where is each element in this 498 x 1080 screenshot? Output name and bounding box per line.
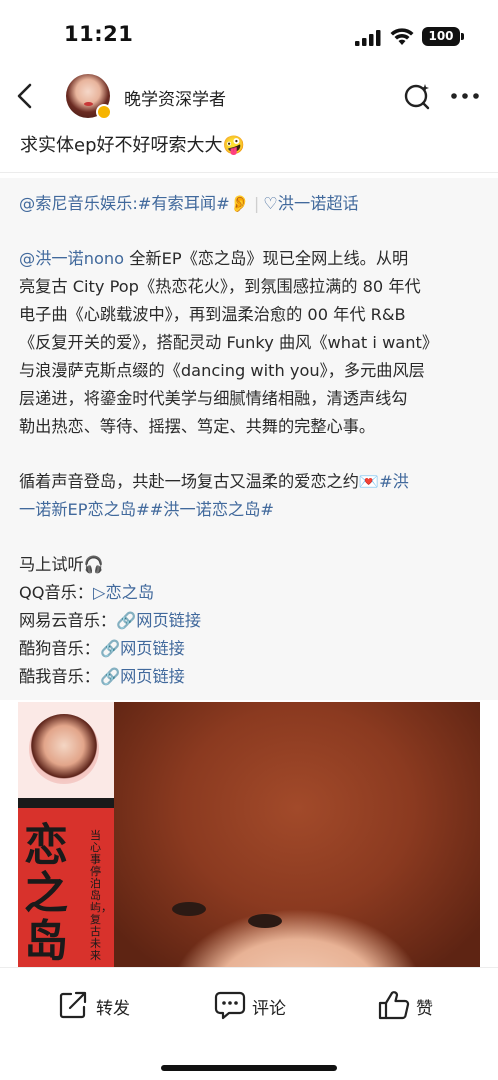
repost-button[interactable]: 转发 [58, 988, 138, 1022]
status-bar: 11:21 100 [0, 0, 498, 70]
back-arrow-icon[interactable] [10, 80, 42, 112]
post-text: 勒出热恋、等待、摇摆、笃定、共舞的完整心事。 [19, 417, 376, 436]
thumbs-up-icon [378, 991, 410, 1020]
battery-icon: 100 [422, 27, 460, 46]
listen-row-kuwo: 酷我音乐：🔗网页链接 [19, 663, 185, 687]
listen-title: 马上试听🎧 [19, 555, 104, 574]
post-text: 电子曲《心跳载波中》，再到温柔治愈的 00 年代 R&B [19, 305, 406, 324]
listen-label: 网易云音乐： [19, 611, 117, 630]
more-options-icon[interactable] [448, 82, 482, 110]
cover-photo [114, 702, 480, 967]
repost-label: 转发 [96, 999, 130, 1019]
username[interactable]: 晚学资深学者 [124, 85, 226, 110]
listen-row-qq: QQ音乐：▷恋之岛 [19, 579, 154, 603]
listen-row-netease: 网易云音乐：🔗网页链接 [19, 607, 201, 631]
cellular-signal-icon [355, 30, 381, 46]
kugou-web-link[interactable]: 🔗网页链接 [100, 639, 185, 658]
home-indicator [161, 1065, 337, 1071]
comment-button[interactable]: 评论 [214, 988, 294, 1022]
status-time: 11:21 [64, 22, 134, 46]
comment-label: 评论 [252, 999, 286, 1019]
post-paragraph-line: @洪一诺nono 全新EP《恋之岛》现已全网上线。从明 [19, 245, 408, 269]
verified-badge-icon [96, 104, 112, 120]
cover-eye [172, 902, 206, 916]
post-text: 全新EP《恋之岛》现已全网上线。从明 [124, 249, 409, 268]
album-cover-image[interactable]: 恋之岛 当心事停泊岛屿，复古未来 [18, 702, 480, 967]
like-label: 赞 [416, 999, 433, 1019]
wifi-icon [390, 28, 414, 45]
mention-link[interactable]: @洪一诺nono [19, 249, 124, 268]
post-header-line: @索尼音乐娱乐:#有索耳闻#👂 | ♡洪一诺超话 [19, 190, 359, 214]
divider [0, 172, 498, 173]
post-paragraph-line: 一诺新EP恋之岛##洪一诺恋之岛# [19, 496, 274, 520]
cover-title: 恋之岛 [24, 820, 68, 967]
hashtag-link[interactable]: #洪一诺恋之岛# [150, 500, 274, 519]
listen-label: QQ音乐： [19, 583, 94, 602]
cover-eye [248, 914, 282, 928]
like-button[interactable]: 赞 [378, 988, 448, 1022]
action-bar: 转发 评论 赞 [0, 967, 498, 1080]
topic-link[interactable]: :#有索耳闻#👂 [132, 194, 250, 213]
listen-label: 酷我音乐： [19, 667, 100, 686]
qq-music-link[interactable]: ▷恋之岛 [93, 583, 154, 602]
nav-header: 晚学资深学者 [0, 68, 498, 124]
listen-row-kugou: 酷狗音乐：🔗网页链接 [19, 635, 185, 659]
separator: | [253, 194, 260, 213]
hashtag-link[interactable]: #洪 [379, 472, 409, 491]
battery-nub [461, 33, 464, 40]
post-text: 与浪漫萨克斯点缀的《dancing with you》，多元曲风层 [19, 361, 425, 380]
cover-portrait [29, 714, 99, 784]
mention-link[interactable]: @索尼音乐娱乐 [19, 194, 132, 213]
search-icon[interactable] [403, 82, 431, 110]
post-text: 层递进，将鎏金时代美学与细腻情绪相融，清透声线勾 [19, 389, 408, 408]
listen-label: 酷狗音乐： [19, 639, 100, 658]
post-text: 《反复开关的爱》，搭配灵动 Funky 曲风《what i want》 [19, 333, 439, 352]
netease-web-link[interactable]: 🔗网页链接 [116, 611, 201, 630]
kuwo-web-link[interactable]: 🔗网页链接 [100, 667, 185, 686]
post-text: 亮复古 City Pop《热恋花火》，到氛围感拉满的 80 年代 [19, 277, 421, 296]
cover-vertical-text: 当心事停泊岛屿，复古未来 [90, 829, 112, 962]
post-text: 循着声音登岛，共赴一场复古又温柔的爱恋之约💌 [19, 472, 380, 491]
super-topic-link[interactable]: ♡洪一诺超话 [263, 194, 358, 213]
hashtag-link[interactable]: 一诺新EP恋之岛# [19, 500, 150, 519]
repost-icon [59, 991, 87, 1019]
post-paragraph-line: 循着声音登岛，共赴一场复古又温柔的爱恋之约💌#洪 [19, 468, 409, 492]
cover-black-band [18, 798, 114, 808]
comment-icon [214, 991, 246, 1020]
comment-text: 求实体ep好不好呀索大大🤪 [20, 135, 245, 156]
quoted-post[interactable]: @索尼音乐娱乐:#有索耳闻#👂 | ♡洪一诺超话 @洪一诺nono 全新EP《恋之岛… [0, 178, 498, 700]
